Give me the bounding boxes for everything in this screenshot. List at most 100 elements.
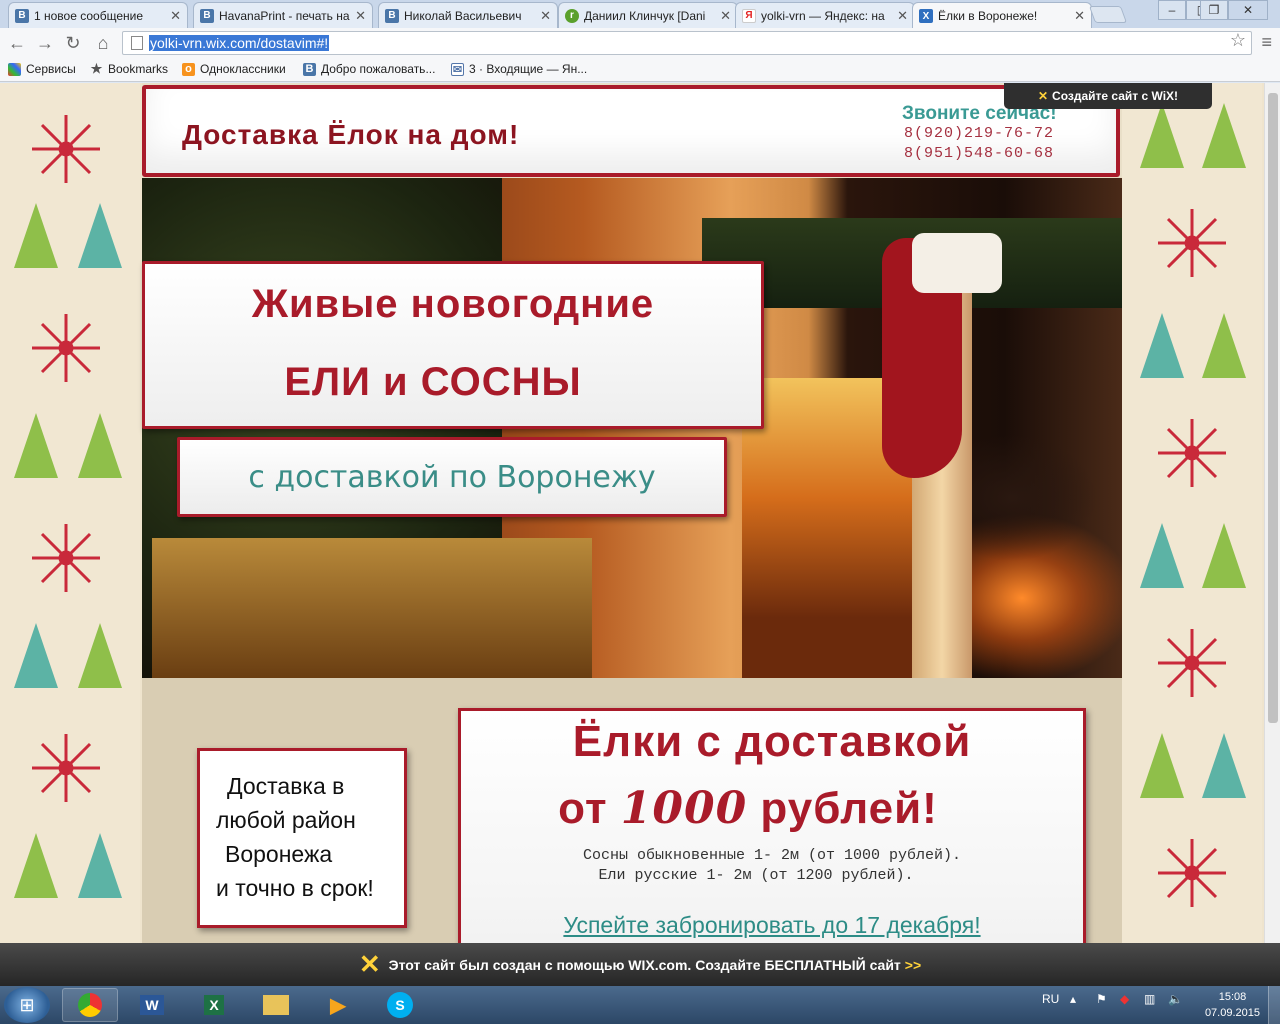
home-button[interactable]: ⌂ [92,32,114,54]
vk-icon: B [200,8,214,23]
subbanner-text: с доставкой по Воронежу [248,459,656,495]
subbanner: с доставкой по Воронежу [177,437,727,517]
new-tab-button[interactable] [1088,6,1128,23]
bookmark-star-icon[interactable]: ☆ [1230,30,1246,51]
gifts-photo [152,538,592,678]
media-player-icon[interactable]: ▶ [310,988,366,1022]
price-value: 1000 [620,783,748,834]
address-bar[interactable]: yolki-vrn.wix.com/dostavim#! [122,31,1252,55]
tab-3[interactable]: B Николай Васильевич ✕ [378,2,558,28]
tab-label: Николай Васильевич [404,8,522,23]
banner-line-2: ЕЛИ и СОСНЫ [284,360,582,404]
offer-detail-pine: Сосны обыкновенные 1- 2м (от 1000 рублей… [582,847,962,864]
site-title: Доставка Ёлок на дом! [182,119,520,150]
delivery-note: Доставка в любой район Воронежа и точно … [197,748,407,928]
system-clock[interactable]: 15:08 07.09.2015 [1205,989,1260,1021]
close-tab-icon[interactable]: ✕ [1074,8,1085,24]
close-tab-icon[interactable]: ✕ [170,8,181,24]
tab-label: 1 новое сообщение [34,8,144,23]
wix-icon: X [919,9,933,23]
skype-icon[interactable]: S [372,988,428,1022]
wix-banner-text: Этот сайт был создан с помощью WIX.com. … [388,956,901,973]
network-icon[interactable]: ▥ [1144,992,1155,1006]
url-text[interactable]: yolki-vrn.wix.com/dostavim#! [149,35,330,51]
close-tab-icon[interactable]: ✕ [897,8,908,24]
bookmark-inbox[interactable]: ✉ 3 · Входящие — Ян... [451,62,587,76]
tab-label: yolki-vrn — Яндекс: на [761,8,885,23]
menu-icon[interactable]: ≡ [1261,32,1272,53]
explorer-icon[interactable] [248,988,304,1022]
offer-detail-spruce: Ели русские 1- 2м (от 1200 рублей). [598,867,914,884]
tab-5[interactable]: Я yolki-vrn — Яндекс: на ✕ [735,2,915,28]
tab-strip: B 1 новое сообщение ✕ B HavanaPrint - пе… [0,0,1280,29]
snowflake-tree-pattern [1140,103,1246,907]
note-line: Доставка в [227,773,345,799]
bookmark-label: Одноклассники [200,62,286,76]
note-line: и точно в срок! [216,875,374,901]
tab-1[interactable]: B 1 новое сообщение ✕ [8,2,188,28]
phone-number-1[interactable]: 8(920)219-76-72 [904,125,1054,142]
language-indicator[interactable]: RU [1042,992,1059,1006]
main-banner: Живые новогодние ЕЛИ и СОСНЫ [142,261,764,429]
tab-label: Даниил Клинчук [Dani [584,8,706,23]
chrome-icon[interactable] [62,988,118,1022]
vk-icon: B [385,8,399,23]
bookmark-services[interactable]: Сервисы [8,62,76,76]
phone-number-2[interactable]: 8(951)548-60-68 [904,145,1054,162]
show-desktop-button[interactable] [1268,986,1280,1024]
wix-footer-banner[interactable]: ✕ Этот сайт был создан с помощью WIX.com… [0,943,1280,986]
price-suffix: рублей! [747,784,938,833]
create-wix-site-button[interactable]: ✕ Создайте сайт с WiX! [1004,83,1212,109]
mail-icon: ✉ [451,62,464,76]
antivirus-icon[interactable]: ◆ [1120,992,1129,1006]
vertical-scrollbar[interactable] [1264,83,1280,943]
arrow-icon: >> [904,956,922,973]
stocking-cuff [912,233,1002,293]
vk-icon: B [303,62,316,76]
vk-icon: B [15,8,29,23]
browser-toolbar: ← → ↻ ⌂ yolki-vrn.wix.com/dostavim#! ☆ ≡ [0,28,1280,58]
volume-icon[interactable]: 🔈 [1168,992,1183,1006]
bookmark-welcome[interactable]: B Добро пожаловать... [303,62,435,76]
tab-4[interactable]: r Даниил Клинчук [Dani ✕ [558,2,738,28]
bookmark-odnoklassniki[interactable]: о Одноклассники [182,62,286,76]
minimize-button[interactable]: ‒ [1158,0,1186,20]
left-decoration [0,83,140,943]
tab-2[interactable]: B HavanaPrint - печать на ✕ [193,2,373,28]
site-header: Доставка Ёлок на дом! Звоните сейчас! 8(… [142,85,1120,177]
wix-logo-icon: ✕ [358,949,381,979]
close-tab-icon[interactable]: ✕ [355,8,366,24]
forward-button[interactable]: → [34,32,56,54]
start-button[interactable]: ⊞ [4,987,50,1023]
reload-button[interactable]: ↻ [62,32,84,54]
note-line: любой район [216,807,356,833]
banner-line-1: Живые новогодние [251,282,655,326]
yandex-icon: Я [742,8,756,23]
page-content: Доставка Ёлок на дом! Звоните сейчас! 8(… [142,83,1122,943]
word-icon[interactable]: W [124,988,180,1022]
reserve-link[interactable]: Успейте забронировать до 17 декабря! [461,912,1083,939]
create-wix-label: Создайте сайт с WiX! [1052,89,1179,103]
page-viewport: Доставка Ёлок на дом! Звоните сейчас! 8(… [0,83,1264,943]
windows-taskbar: ⊞ W X ▶ S RU ▴ ⚑ ◆ ▥ 🔈 15:08 07.09.2015 [0,986,1280,1024]
ru-icon: r [565,8,579,23]
close-window-button[interactable]: ✕ [1228,0,1268,20]
tab-6-active[interactable]: X Ёлки в Воронеже! ✕ [912,2,1092,29]
offer-box: Ёлки с доставкой от 1000 рублей! Сосны о… [458,708,1086,943]
snowflake-tree-pattern [14,115,122,898]
flag-icon[interactable]: ⚑ [1096,992,1107,1006]
apps-icon [8,62,21,76]
excel-icon[interactable]: X [186,988,242,1022]
wix-logo-icon: ✕ [1037,89,1049,103]
back-button[interactable]: ← [6,32,28,54]
clock-date: 07.09.2015 [1204,1007,1260,1019]
star-icon: ★ [90,61,103,76]
scrollbar-thumb[interactable] [1268,93,1278,723]
tray-arrow-icon[interactable]: ▴ [1070,992,1076,1006]
maximize-button[interactable]: ❐ [1200,0,1228,20]
bookmark-bookmarks[interactable]: ★ Bookmarks [90,61,168,76]
close-tab-icon[interactable]: ✕ [720,8,731,24]
tab-label: HavanaPrint - печать на [219,8,350,23]
close-tab-icon[interactable]: ✕ [540,8,551,24]
bookmark-label: Добро пожаловать... [321,62,436,76]
